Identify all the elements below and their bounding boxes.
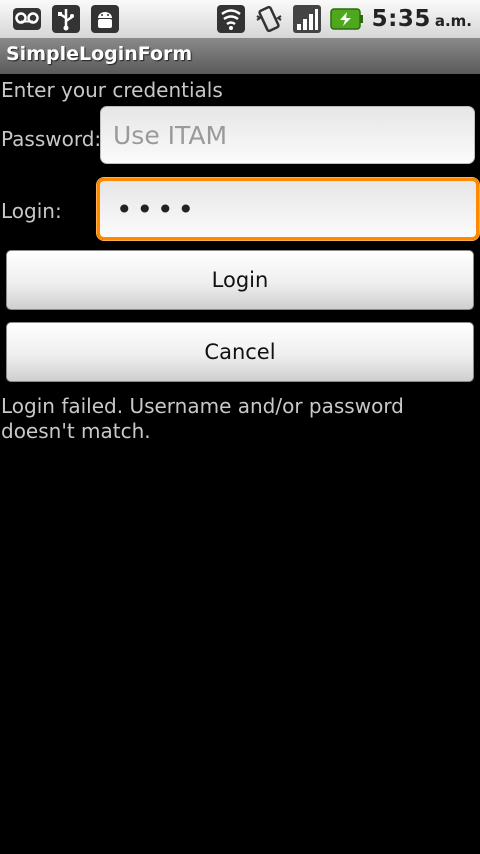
clock-ampm: a.m. [434, 12, 472, 30]
app-title-bar: SimpleLoginForm [0, 38, 480, 74]
password-field[interactable] [100, 106, 475, 164]
login-input[interactable] [100, 181, 476, 237]
cancel-button[interactable]: Cancel [6, 322, 474, 382]
vibrate-icon [254, 4, 284, 34]
login-button[interactable]: Login [6, 250, 474, 310]
signal-icon [292, 4, 322, 34]
voicemail-icon [12, 4, 42, 34]
login-field[interactable] [97, 178, 479, 240]
login-label: Login: [1, 199, 62, 223]
wifi-icon [216, 4, 246, 34]
form-heading: Enter your credentials [1, 78, 223, 102]
password-input[interactable] [101, 107, 474, 163]
app-title: SimpleLoginForm [6, 43, 193, 65]
clock-time: 5:35 [371, 6, 431, 32]
usb-icon [51, 4, 81, 34]
android-debug-icon [90, 4, 120, 34]
battery-charging-icon [329, 4, 364, 34]
error-message: Login failed. Username and/or password d… [1, 394, 404, 443]
password-label: Password: [1, 127, 102, 151]
status-bar: 5:35 a.m. [0, 0, 480, 39]
